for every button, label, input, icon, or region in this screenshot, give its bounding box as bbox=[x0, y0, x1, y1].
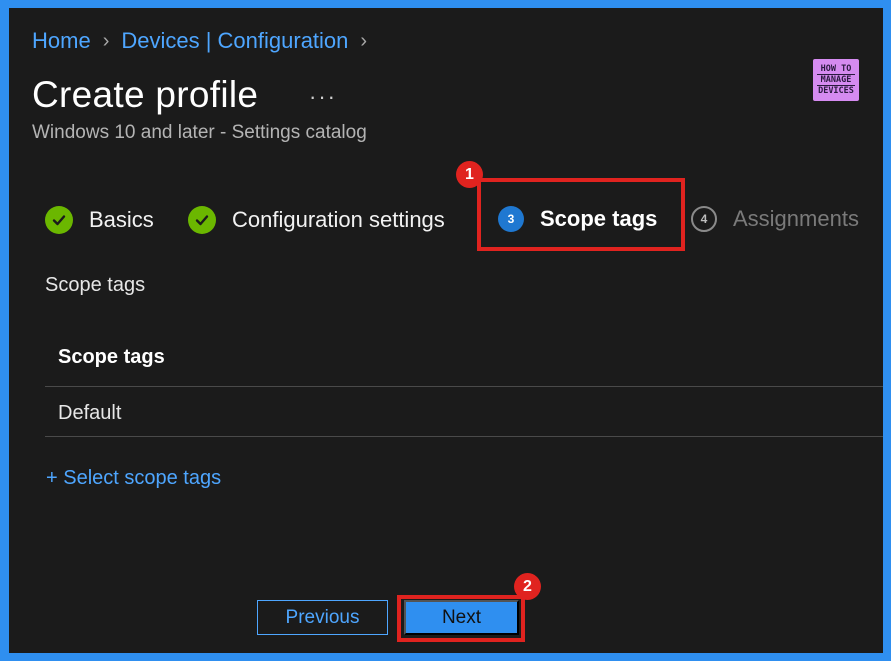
annotation-badge-2: 2 bbox=[514, 573, 541, 600]
table-row: Default bbox=[58, 402, 122, 424]
breadcrumb-home-link[interactable]: Home bbox=[32, 28, 91, 54]
wizard-step-basics[interactable]: Basics bbox=[45, 206, 154, 234]
page-subtitle: Windows 10 and later - Settings catalog bbox=[32, 122, 367, 143]
wizard-step-assignments[interactable]: 4 Assignments bbox=[691, 206, 859, 232]
annotation-highlight-scope-tags bbox=[477, 178, 685, 251]
wizard-step-label: Basics bbox=[89, 207, 154, 232]
checkmark-icon bbox=[188, 206, 216, 234]
more-options-icon[interactable]: ··· bbox=[309, 84, 337, 110]
table-divider bbox=[45, 386, 883, 387]
table-header-scope-tags: Scope tags bbox=[58, 346, 165, 368]
select-scope-tags-link[interactable]: + Select scope tags bbox=[46, 467, 221, 490]
how-to-manage-devices-logo: HOW TO MANAGE DEVICES bbox=[813, 59, 859, 101]
step-number-icon: 4 bbox=[691, 206, 717, 232]
checkmark-icon bbox=[45, 206, 73, 234]
previous-button[interactable]: Previous bbox=[257, 600, 388, 635]
chevron-right-icon: › bbox=[102, 29, 110, 52]
section-label: Scope tags bbox=[45, 274, 146, 296]
wizard-step-configuration-settings[interactable]: Configuration settings bbox=[188, 206, 445, 234]
annotation-badge-1: 1 bbox=[456, 161, 483, 188]
breadcrumb-devices-configuration-link[interactable]: Devices | Configuration bbox=[121, 28, 348, 54]
annotation-highlight-next bbox=[397, 595, 525, 642]
wizard-step-label: Assignments bbox=[733, 206, 859, 231]
app-frame: Home › Devices | Configuration › Create … bbox=[9, 8, 883, 653]
table-divider bbox=[45, 436, 883, 437]
chevron-right-icon: › bbox=[360, 29, 368, 52]
page-title: Create profile bbox=[32, 74, 259, 115]
wizard-step-label: Configuration settings bbox=[232, 207, 445, 232]
breadcrumb: Home › Devices | Configuration › bbox=[32, 28, 379, 54]
